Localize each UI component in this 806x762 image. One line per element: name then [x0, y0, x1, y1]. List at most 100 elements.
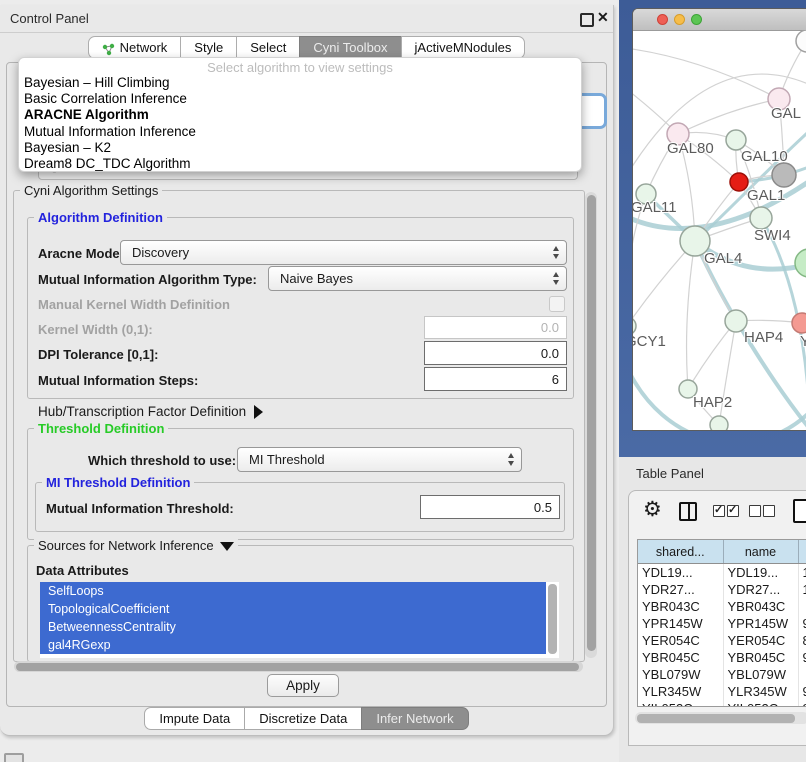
table-cell: 9 — [798, 700, 806, 707]
table-cell: 9. — [798, 615, 806, 632]
data-attributes-list[interactable]: SelfLoopsTopologicalCoefficientBetweenne… — [40, 582, 559, 658]
apply-button[interactable]: Apply — [267, 674, 339, 697]
checkbox-checked-icon[interactable] — [727, 505, 739, 517]
mi-threshold-input[interactable]: 0.5 — [420, 495, 560, 519]
minimize-traffic-light-icon[interactable] — [674, 14, 685, 25]
network-node-y[interactable] — [792, 313, 806, 333]
network-node-gal1[interactable] — [730, 173, 748, 191]
column-header[interactable] — [798, 540, 806, 564]
screen: Control Panel ✕ NetworkStyleSelectCyni T… — [0, 0, 806, 762]
table-cell: YBR043C — [638, 598, 723, 615]
algorithm-dropdown-list: Bayesian – Hill ClimbingBasic Correlatio… — [19, 75, 581, 172]
which-threshold-select[interactable]: MI Threshold — [237, 447, 522, 472]
table-row[interactable]: YIL052CYIL052C9 — [638, 700, 806, 707]
table-cell: 13 — [798, 564, 806, 582]
network-node-gal10[interactable] — [726, 130, 746, 150]
close-icon[interactable]: ✕ — [597, 9, 609, 26]
algorithm-option-dream8-dc-tdc-algorithm[interactable]: Dream8 DC_TDC Algorithm — [19, 156, 581, 172]
aracne-mode-label: Aracne Mode: — [38, 246, 124, 261]
tab-cyni-toolbox[interactable]: Cyni Toolbox — [299, 36, 401, 59]
table-cell: YBL079W — [638, 666, 723, 683]
kernel-width-label: Kernel Width (0,1): — [38, 322, 153, 337]
checkbox-unchecked-icon[interactable] — [749, 505, 761, 517]
table-cell: YDL19... — [638, 564, 723, 582]
document-icon[interactable] — [793, 499, 806, 523]
close-traffic-light-icon[interactable] — [657, 14, 668, 25]
settings-horizontal-scrollbar[interactable] — [14, 661, 583, 672]
table-cell: 9. — [798, 683, 806, 700]
mi-type-select[interactable]: Naive Bayes — [268, 266, 567, 291]
attribute-item-topologicalcoefficient[interactable]: TopologicalCoefficient — [40, 600, 546, 618]
tab-select[interactable]: Select — [236, 36, 300, 59]
table-cell: YBR045C — [723, 649, 798, 666]
network-node-swi4[interactable] — [750, 207, 772, 229]
checkbox-unchecked-icon[interactable] — [763, 505, 775, 517]
network-node[interactable] — [795, 249, 806, 277]
table-horizontal-scrollbar[interactable] — [635, 712, 806, 724]
network-view-window: GALGAL80GAL10GAL1GAL11SWI4GAL4GCY1HAP4YH… — [632, 8, 806, 431]
control-panel-window: Control Panel ✕ NetworkStyleSelectCyni T… — [0, 5, 614, 736]
tab-discretize-data[interactable]: Discretize Data — [244, 707, 362, 730]
hub-definition-expander[interactable]: Hub/Transcription Factor Definition — [38, 404, 263, 419]
algorithm-option-aracne-algorithm[interactable]: ARACNE Algorithm — [19, 107, 581, 123]
tab-infer-network[interactable]: Infer Network — [361, 707, 468, 730]
table-row[interactable]: YPR145WYPR145W9. — [638, 615, 806, 632]
network-edge — [687, 241, 695, 389]
minimized-panel-icon[interactable] — [4, 753, 24, 762]
tab-jactivemnodules[interactable]: jActiveMNodules — [401, 36, 526, 59]
network-node[interactable] — [710, 416, 728, 430]
tab-network[interactable]: Network — [88, 36, 182, 59]
algorithm-option-basic-correlation-inference[interactable]: Basic Correlation Inference — [19, 91, 581, 107]
table-cell: 9. — [798, 649, 806, 666]
manual-kernel-checkbox[interactable] — [549, 296, 565, 312]
table-row[interactable]: YDL19...YDL19...13 — [638, 564, 806, 582]
mi-threshold-label: Mutual Information Threshold: — [46, 501, 234, 516]
settings-vertical-scrollbar[interactable] — [585, 192, 597, 658]
attributes-scrollbar-thumb[interactable] — [548, 584, 557, 654]
table-cell — [798, 598, 806, 615]
table-cell: YLR345W — [723, 683, 798, 700]
network-node[interactable] — [772, 163, 796, 187]
float-window-icon[interactable] — [580, 13, 594, 27]
columns-icon[interactable] — [679, 502, 697, 521]
aracne-mode-select[interactable]: Discovery — [120, 240, 567, 265]
node-label-gal11: GAL11 — [633, 199, 677, 216]
algorithm-option-bayesian-hill-climbing[interactable]: Bayesian – Hill Climbing — [19, 75, 581, 91]
table-row[interactable]: YDR27...YDR27...12 — [638, 581, 806, 598]
table-cell: YDR27... — [723, 581, 798, 598]
network-node[interactable] — [796, 30, 806, 52]
table-row[interactable]: YBR043CYBR043C — [638, 598, 806, 615]
kernel-width-input[interactable]: 0.0 — [424, 316, 567, 339]
tab-label: Select — [250, 37, 286, 58]
checkbox-checked-icon[interactable] — [713, 505, 725, 517]
column-header[interactable]: name — [723, 540, 798, 564]
mi-steps-input[interactable]: 6 — [424, 367, 567, 391]
data-attributes-label: Data Attributes — [36, 563, 129, 578]
table-cell: YER054C — [638, 632, 723, 649]
top-tabs: Network Style Select Cyni ToolboxjActiveMNo… — [0, 36, 613, 59]
dpi-tolerance-input[interactable]: 0.0 — [424, 341, 567, 365]
node-label-gal1: GAL1 — [747, 187, 785, 204]
network-canvas[interactable]: GALGAL80GAL10GAL1GAL11SWI4GAL4GCY1HAP4YH… — [633, 30, 806, 430]
attribute-item-betweennesscentrality[interactable]: BetweennessCentrality — [40, 618, 546, 636]
tab-style[interactable]: Style — [180, 36, 237, 59]
algorithm-option-mutual-information-inference[interactable]: Mutual Information Inference — [19, 124, 581, 140]
sources-title-text: Sources for Network Inference — [38, 538, 214, 553]
attribute-item-selfloops[interactable]: SelfLoops — [40, 582, 546, 600]
table-cell: 8. — [798, 632, 806, 649]
mi-type-value: Naive Bayes — [280, 271, 353, 286]
attribute-item-gal4rgexp[interactable]: gal4RGexp — [40, 636, 546, 654]
table-row[interactable]: YBR045CYBR045C9. — [638, 649, 806, 666]
algorithm-option-bayesian-k2[interactable]: Bayesian – K2 — [19, 140, 581, 156]
column-header[interactable]: shared... — [638, 540, 723, 564]
zoom-traffic-light-icon[interactable] — [691, 14, 702, 25]
table-row[interactable]: YER054CYER054C8. — [638, 632, 806, 649]
table-row[interactable]: YBL079WYBL079W — [638, 666, 806, 683]
gear-icon[interactable]: ⚙ — [643, 497, 662, 522]
tab-label: Style — [194, 37, 223, 58]
tab-impute-data[interactable]: Impute Data — [144, 707, 245, 730]
table-row[interactable]: YLR345WYLR345W9. — [638, 683, 806, 700]
sources-title[interactable]: Sources for Network Inference — [34, 538, 238, 553]
bottom-tabs: Impute DataDiscretize DataInfer Network — [0, 707, 613, 730]
node-table[interactable]: shared...nameYDL19...YDL19...13YDR27...Y… — [637, 539, 806, 707]
